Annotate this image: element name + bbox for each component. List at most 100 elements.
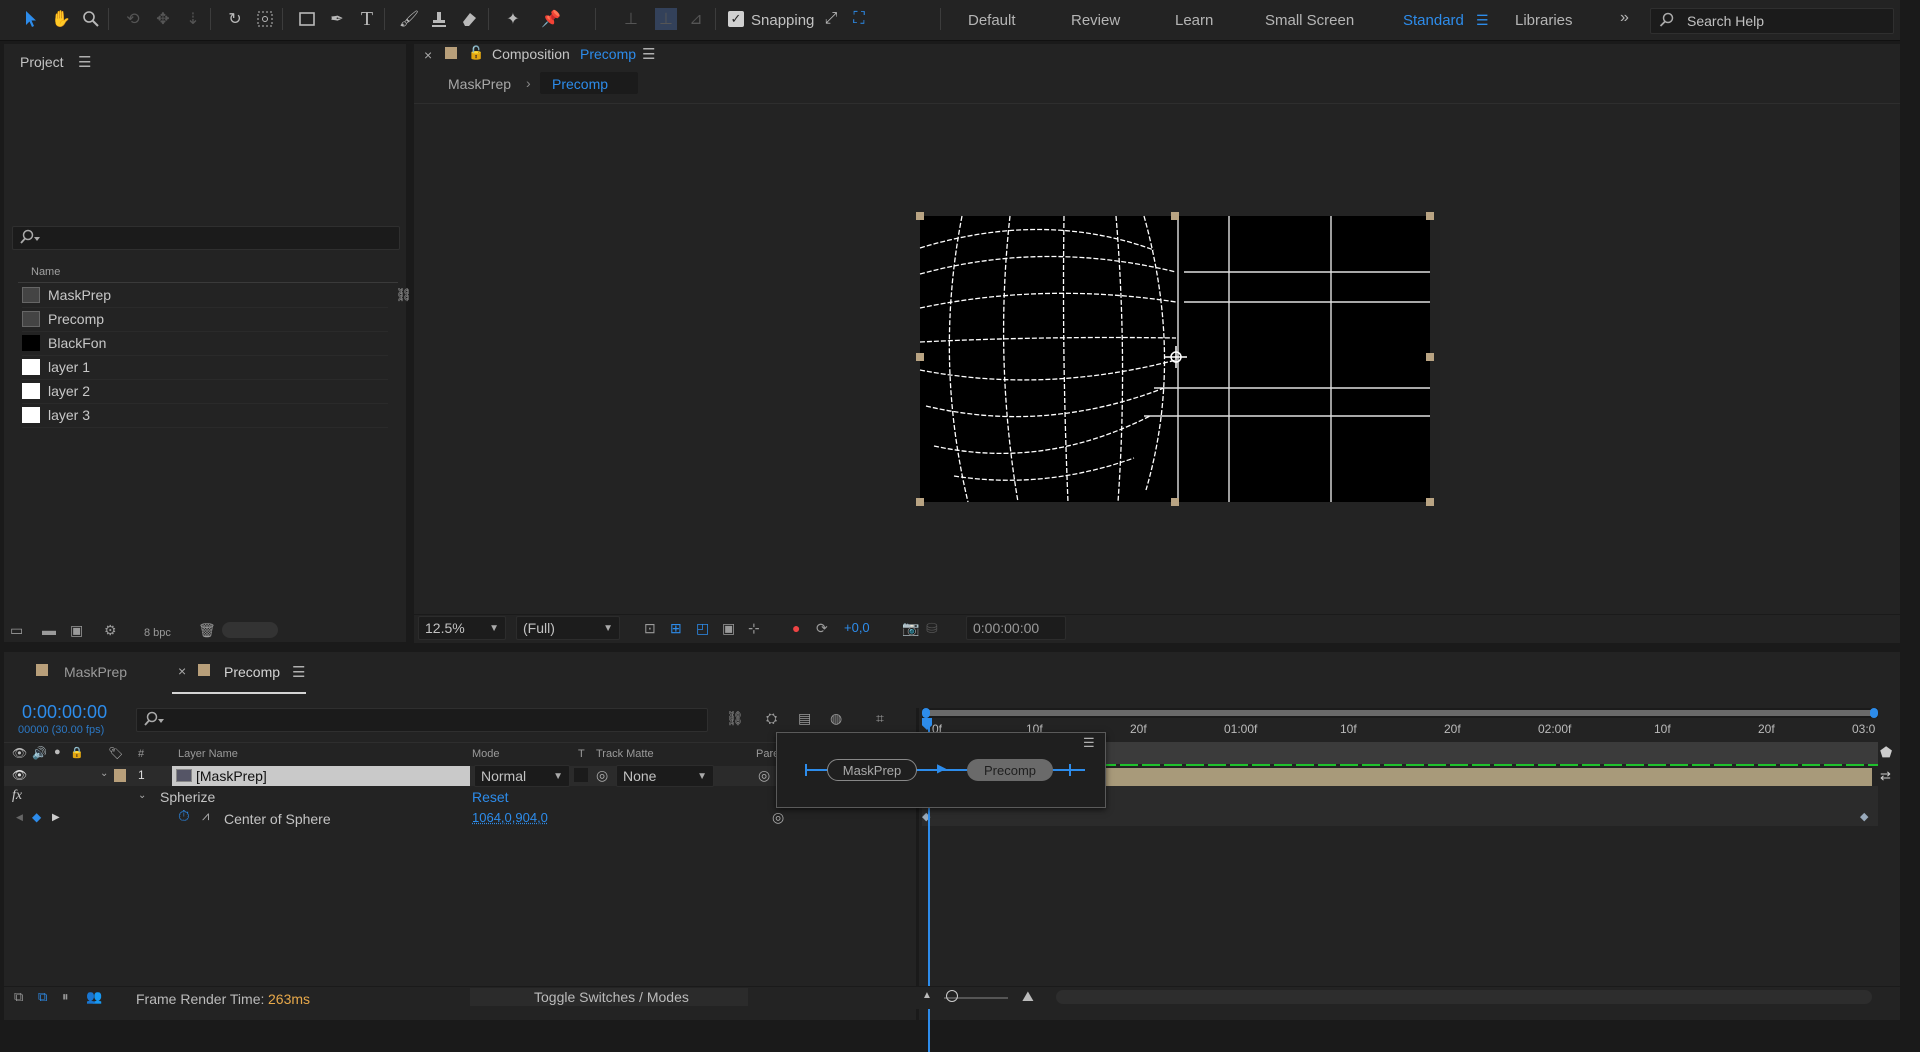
selection-tool-icon[interactable] <box>20 8 42 30</box>
in-out-panes-icon[interactable]: ⏸ <box>62 989 69 1005</box>
comp-marker-icon[interactable]: ⬟ <box>1880 744 1892 761</box>
zoom-out-mountain-icon[interactable]: ▲ <box>922 990 932 1001</box>
lock-icon[interactable]: 🔓 <box>468 45 484 61</box>
flowchart-menu-icon[interactable]: ☰ <box>1083 735 1095 751</box>
flowchart-icon[interactable]: ⛓ <box>395 287 412 303</box>
new-composition-icon[interactable]: ▣ <box>70 622 83 639</box>
new-folder-icon[interactable]: ▬ <box>42 622 56 638</box>
flowchart-node-to[interactable]: Precomp <box>967 759 1053 781</box>
mini-flowchart-popup[interactable]: ☰ MaskPrep ▶ Precomp <box>776 732 1106 808</box>
flowchart-node-from[interactable]: MaskPrep <box>827 759 917 781</box>
keyframe-diamond-icon[interactable]: ◆ <box>32 810 41 824</box>
timeline-horizontal-scrollbar[interactable] <box>1056 990 1872 1004</box>
fast-previews-icon[interactable]: ⊡ <box>644 620 656 637</box>
show-snapshot-icon[interactable]: ⛁ <box>926 620 938 637</box>
local-axis-icon[interactable]: ⊥ <box>620 8 642 30</box>
time-navigator[interactable] <box>922 708 1878 718</box>
rectangle-tool-icon[interactable] <box>296 8 318 30</box>
rotation-tool-icon[interactable]: ↻ <box>224 8 246 30</box>
composition-flowchart-icon[interactable]: ⛓ <box>726 710 744 727</box>
transparency-grid-icon[interactable]: ⊞ <box>670 620 682 637</box>
pen-tool-icon[interactable]: ✒ <box>326 8 348 30</box>
next-keyframe-icon[interactable]: ▶ <box>52 812 60 823</box>
toggle-switches-modes-button[interactable]: Toggle Switches / Modes <box>470 988 748 1006</box>
visibility-eye-icon[interactable]: 👁 <box>12 768 27 782</box>
current-time-display[interactable]: 0:00:00:00 <box>966 616 1066 640</box>
channel-icon[interactable]: ● <box>792 620 800 636</box>
search-help-field[interactable]: Search Help <box>1650 8 1894 34</box>
effect-reset-link[interactable]: Reset <box>472 789 509 805</box>
project-item[interactable]: layer 1 <box>22 355 388 380</box>
workspace-learn[interactable]: Learn <box>1175 12 1213 29</box>
effect-expand-chevron-icon[interactable]: ⌄ <box>138 790 146 801</box>
magnification-dropdown[interactable]: 12.5% ▼ <box>418 616 506 640</box>
thumbnail-slider[interactable] <box>222 622 278 638</box>
layer-name-field[interactable]: [MaskPrep] <box>172 766 470 786</box>
snap-option-icon[interactable]: ⤢ <box>820 8 842 30</box>
delete-icon[interactable]: 🗑 <box>198 622 216 639</box>
layer-label-color[interactable] <box>114 769 126 782</box>
property-value[interactable]: 1064,0,904,0 <box>472 810 548 825</box>
snapshot-camera-icon[interactable]: 📷 <box>902 620 919 637</box>
exposure-value[interactable]: +0,0 <box>844 620 870 635</box>
tab-maskprep[interactable]: MaskPrep <box>64 664 127 680</box>
world-axis-icon[interactable]: ⊥ <box>655 8 677 30</box>
layer-switches-icon[interactable]: ⧉ <box>14 989 23 1005</box>
effect-fx-icon[interactable]: fx <box>12 788 22 804</box>
project-item[interactable]: MaskPrep ⛓ <box>22 283 412 308</box>
comp-button-icon[interactable]: ⇄ <box>1880 768 1891 784</box>
interpret-footage-icon[interactable]: ▭ <box>10 622 23 639</box>
snap-grid-icon[interactable]: ⛶ <box>848 8 870 30</box>
roto-brush-tool-icon[interactable]: ✦ <box>502 8 524 30</box>
view-axis-icon[interactable]: ⊿ <box>685 8 707 30</box>
render-time-pane-icon[interactable]: 👥 <box>86 989 102 1005</box>
project-search-input[interactable] <box>12 226 400 250</box>
timeline-panel-menu-icon[interactable]: ☰ <box>292 663 305 681</box>
type-tool-icon[interactable]: T <box>356 8 378 30</box>
graph-editor-icon[interactable]: ⌗ <box>876 710 884 727</box>
pan-camera-tool-icon[interactable]: ✥ <box>152 8 174 30</box>
clone-stamp-tool-icon[interactable] <box>428 8 450 30</box>
stopwatch-icon[interactable]: ⏱ <box>178 808 190 825</box>
reset-exposure-icon[interactable]: ⟳ <box>816 620 828 637</box>
eraser-tool-icon[interactable] <box>458 8 480 30</box>
expand-chevron-icon[interactable]: ⌄ <box>100 768 108 779</box>
graph-icon[interactable]: ⩘ <box>202 808 209 824</box>
project-item[interactable]: layer 2 <box>22 379 388 404</box>
mask-visibility-icon[interactable]: ◰ <box>696 620 709 637</box>
workspace-default[interactable]: Default <box>968 12 1016 29</box>
pan-behind-tool-icon[interactable] <box>254 8 276 30</box>
layer-name-header[interactable]: Layer Name <box>178 748 238 760</box>
keyframe-end-icon[interactable]: ◆ <box>1860 810 1868 823</box>
composition-panel-menu-icon[interactable]: ☰ <box>642 45 655 63</box>
transfer-controls-icon[interactable]: ⧉ <box>38 989 47 1005</box>
close-tab-icon[interactable]: × <box>178 663 186 679</box>
breadcrumb-item[interactable]: MaskPrep <box>448 76 511 92</box>
puppet-pin-tool-icon[interactable]: 📌 <box>540 8 562 30</box>
more-workspaces-icon[interactable]: » <box>1620 9 1629 27</box>
project-item[interactable]: layer 3 <box>22 403 388 428</box>
project-settings-icon[interactable]: ⚙ <box>104 622 117 639</box>
prev-keyframe-icon[interactable]: ◀ <box>16 812 23 823</box>
bpc-label[interactable]: 8 bpc <box>144 627 171 639</box>
project-item[interactable]: BlackFon <box>22 331 388 356</box>
project-panel-menu-icon[interactable]: ☰ <box>78 53 91 71</box>
dolly-camera-tool-icon[interactable]: ⇣ <box>182 8 204 30</box>
breadcrumb-active[interactable]: Precomp <box>540 72 638 94</box>
track-matte-dropdown[interactable]: None ▼ <box>616 765 714 787</box>
parent-pickwhip-icon[interactable]: ◎ <box>758 767 770 784</box>
region-of-interest-icon[interactable]: ▣ <box>722 620 735 637</box>
workspace-standard[interactable]: Standard <box>1403 12 1464 29</box>
composition-canvas[interactable] <box>914 210 1434 512</box>
workspace-small-screen[interactable]: Small Screen <box>1265 12 1354 29</box>
resolution-dropdown[interactable]: (Full) ▼ <box>516 616 620 640</box>
expression-pickwhip-icon[interactable]: ◎ <box>772 809 784 826</box>
workspace-menu-icon[interactable]: ☰ <box>1476 12 1489 29</box>
orbit-camera-tool-icon[interactable]: ⟲ <box>122 8 144 30</box>
tab-precomp[interactable]: Precomp <box>224 664 280 680</box>
workspace-libraries[interactable]: Libraries <box>1515 12 1573 29</box>
frame-blending-icon[interactable]: ▤ <box>798 710 811 727</box>
project-item[interactable]: Precomp <box>22 307 388 332</box>
close-tab-icon[interactable]: × <box>424 47 432 63</box>
effect-name[interactable]: Spherize <box>160 789 215 805</box>
